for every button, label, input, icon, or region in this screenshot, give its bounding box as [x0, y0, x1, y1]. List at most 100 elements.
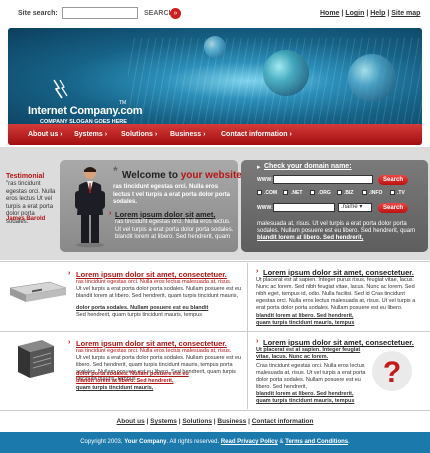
domain-name-input[interactable]	[273, 203, 335, 212]
tld-info-checkbox[interactable]	[362, 190, 367, 195]
welcome-title-highlight: your website!	[180, 170, 246, 181]
domain-body: malesuada at, risus. Ut vel turpis a era…	[257, 221, 425, 242]
chevron-right-icon: ›	[203, 131, 206, 138]
block3-link[interactable]: dolor porta sodales. Nullam posuere est …	[76, 371, 244, 378]
footer-link-business[interactable]: Business	[217, 418, 246, 425]
tld-biz-label: .BIZ	[344, 190, 354, 196]
block1-link-text: Sed hendrerit, quam turpis tincidunt mau…	[76, 312, 202, 318]
top-link-login[interactable]: Login	[345, 10, 364, 17]
block4-title[interactable]: Lorem ipsum dolor sit amet, consectetuer…	[263, 338, 414, 347]
server-tower-image	[18, 340, 54, 378]
tld-net-checkbox[interactable]	[283, 190, 288, 195]
block1-link[interactable]: dolor porta sodales. Nullam posuere est …	[76, 305, 244, 312]
privacy-policy-link[interactable]: Read Privacy Policy	[221, 439, 278, 445]
block2-title[interactable]: Lorem ipsum dolor sit amet, consectetuer…	[263, 268, 414, 277]
top-link-home[interactable]: Home	[320, 10, 339, 17]
star-icon: *	[113, 164, 118, 178]
block3-link-tertiary[interactable]: quam turpis tincidunt mauris,	[76, 385, 244, 392]
block4-link-secondary[interactable]: quam turpis tincidunt mauris, tempus	[256, 398, 424, 405]
nav-item-business[interactable]: Business ›	[170, 131, 205, 138]
welcome-title-prefix: Welcome to	[122, 170, 181, 181]
tld-select-value: .name	[341, 204, 358, 210]
divider	[0, 410, 430, 411]
tld-com-checkbox[interactable]	[257, 190, 262, 195]
tld-com-label: .COM	[264, 190, 278, 196]
lightning-logo-icon	[53, 79, 68, 99]
top-links: Home | Login | Help | Site map	[320, 10, 420, 17]
top-link-help[interactable]: Help	[370, 10, 385, 17]
tld-info-label: .INFO	[369, 190, 383, 196]
domain-title[interactable]: Check your domain name:	[264, 163, 352, 170]
globe-small-icon	[204, 36, 226, 58]
footer-link-systems[interactable]: Systems	[150, 418, 177, 425]
terms-link[interactable]: Terms and Conditions	[285, 439, 348, 445]
logo-trademark: TM	[119, 100, 127, 106]
testimonial-author: James Barold	[6, 216, 46, 222]
welcome-title: Welcome to your website!	[122, 170, 245, 181]
block3-text-highlight: ras tincidunt egestas orci. Nulla eros l…	[76, 348, 232, 354]
arrow-right-icon: ▸	[257, 164, 261, 171]
block2-link-secondary[interactable]: quam turpis tincidunt mauris, tempus	[256, 320, 424, 327]
block1-title[interactable]: Lorem ipsum dolor sit amet, consectetuer…	[76, 270, 227, 279]
nav-item-systems[interactable]: Systems ›	[74, 131, 107, 138]
search-label: Site search:	[18, 10, 58, 17]
domain-search-button-2[interactable]: Search	[378, 203, 408, 213]
search-go-icon[interactable]: »	[170, 8, 181, 19]
globe-icon	[263, 50, 309, 96]
domain-body-text: malesuada at, risus. Ut vel turpis a era…	[257, 221, 416, 234]
block3-title[interactable]: Lorem ipsum dolor sit amet, consectetuer…	[76, 339, 227, 348]
businessman-photo	[75, 167, 105, 248]
divider	[0, 331, 430, 332]
domain-name-label: WWW:	[257, 205, 273, 211]
search-input[interactable]	[62, 7, 138, 19]
tld-tv-checkbox[interactable]	[390, 190, 395, 195]
nav-item-contact[interactable]: Contact information ›	[221, 131, 292, 138]
block4-subtitle[interactable]: Ut placerat est at sapien. Integer feugi…	[256, 347, 366, 361]
chevron-right-icon: ›	[289, 131, 292, 138]
logo-title[interactable]: Internet Company.com	[28, 105, 143, 117]
nav-item-solutions[interactable]: Solutions ›	[121, 131, 157, 138]
nav-item-label: Contact information	[221, 131, 288, 138]
welcome-link[interactable]: Lorem ipsum dolor sit amet,	[115, 210, 215, 219]
tld-org-label: .ORG	[318, 190, 331, 196]
tld-select[interactable]: .name ▾	[338, 203, 372, 212]
block4-text: Cras tincidunt egestas orci. Nulla eros …	[256, 363, 366, 390]
copyright-rights: . All rights reserved.	[166, 439, 221, 445]
footer-copyright: Copyright 2003, Your Company. All rights…	[0, 432, 430, 453]
welcome-body-secondary: ras tincidunt egestas orci. Nulla eros l…	[115, 219, 234, 240]
chevron-right-icon: ›	[154, 131, 158, 138]
domain-www-label: WWW:	[257, 177, 273, 183]
nav-item-label: Business	[170, 131, 202, 138]
block1-text: Ut vel turpis a erat porta dolor porta s…	[76, 286, 242, 299]
top-link-sitemap[interactable]: Site map	[391, 10, 420, 17]
nav-item-label: Solutions	[121, 131, 153, 138]
arrow-right-icon: ›	[68, 339, 71, 346]
footer-link-contact[interactable]: Contact information	[252, 418, 314, 425]
divider	[0, 261, 430, 262]
chevron-down-icon: ▾	[359, 204, 363, 210]
tld-net-label: .NET	[291, 190, 303, 196]
footer-link-solutions[interactable]: Solutions	[182, 418, 212, 425]
nav-item-about[interactable]: About us ›	[28, 131, 63, 138]
copyright-company: Your Company	[124, 439, 167, 445]
question-mark-icon: ?	[372, 351, 412, 391]
server-rack-image	[9, 281, 67, 302]
domain-search-input[interactable]	[273, 175, 373, 184]
arrow-right-icon: ›	[109, 210, 112, 217]
testimonial-title: Testimonial	[6, 173, 45, 180]
domain-search-button[interactable]: Search	[378, 175, 408, 185]
header-banner: Internet Company.com TM COMPANY SLOGAN G…	[8, 28, 422, 145]
footer-link-about[interactable]: About us	[117, 418, 145, 425]
globe-large-icon	[348, 54, 396, 102]
main-nav: About us › Systems › Solutions › Busines…	[8, 124, 422, 145]
arrow-right-icon: ›	[256, 338, 259, 345]
domain-body-link[interactable]: blandit lorem at libero. Sed hendrerit,	[257, 235, 363, 241]
block3-link-secondary[interactable]: blandit lorem at libero. Sed hendrerit,	[76, 378, 244, 385]
tld-biz-checkbox[interactable]	[337, 190, 342, 195]
tld-org-checkbox[interactable]	[310, 190, 315, 195]
block2-link[interactable]: blandit lorem at libero. Sed hendrerit,	[256, 313, 424, 320]
tld-tv-label: .TV	[397, 190, 405, 196]
block2-text: Ut placerat est at sapien. Integer purus…	[256, 277, 416, 311]
question-mark-glyph: ?	[383, 356, 401, 389]
copyright-end: .	[348, 439, 350, 445]
